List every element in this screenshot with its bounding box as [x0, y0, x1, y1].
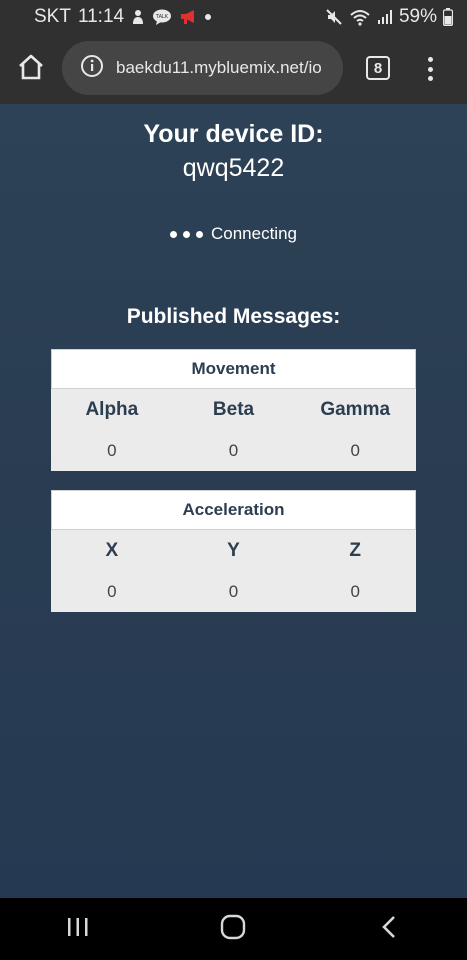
column-header: X	[105, 540, 119, 561]
svg-text:TALK: TALK	[155, 14, 169, 20]
url-text[interactable]: baekdu11.mybluemix.net/io	[116, 58, 322, 78]
device-id-label: Your device ID:	[143, 120, 324, 148]
back-button[interactable]	[369, 909, 409, 949]
table-header-row: Alpha Beta Gamma	[51, 389, 416, 431]
carrier-label: SKT	[34, 6, 71, 27]
column-header: Alpha	[85, 399, 139, 420]
table-row: 0 0 0	[51, 431, 416, 471]
table-cell: 0	[228, 582, 239, 601]
clock: 11:14	[77, 6, 125, 27]
table-cell: 0	[350, 441, 360, 460]
column-header: Gamma	[320, 399, 391, 420]
home-button[interactable]	[14, 52, 48, 86]
tabs-button[interactable]: 8	[366, 56, 390, 80]
battery-icon	[443, 8, 453, 26]
info-icon[interactable]	[80, 54, 104, 83]
signal-icon	[377, 9, 393, 25]
table-cell: 0	[228, 441, 239, 460]
table-cell: 0	[350, 582, 360, 601]
published-messages-title: Published Messages:	[126, 305, 341, 328]
home-nav-icon	[220, 914, 246, 945]
recents-button[interactable]	[58, 909, 98, 949]
movement-table: Movement Alpha Beta Gamma 0 0 0	[51, 349, 416, 471]
back-icon	[381, 915, 397, 944]
tab-count: 8	[373, 59, 383, 77]
recents-icon	[66, 917, 90, 942]
mute-icon	[325, 8, 343, 26]
device-id-value: qwq5422	[182, 154, 285, 182]
column-header: Beta	[212, 399, 255, 420]
table-cell: 0	[107, 582, 117, 601]
connection-status: Connecting	[0, 224, 467, 244]
megaphone-icon	[179, 9, 197, 25]
dot-icon	[204, 13, 212, 21]
column-header: Z	[349, 540, 361, 561]
wifi-icon	[349, 8, 371, 26]
browser-toolbar: baekdu11.mybluemix.net/io 8	[0, 34, 467, 104]
connection-status-text: Connecting	[210, 224, 297, 243]
address-bar[interactable]: baekdu11.mybluemix.net/io	[62, 41, 343, 95]
table-header-row: X Y Z	[51, 530, 416, 572]
acceleration-table: Acceleration X Y Z 0 0 0	[51, 490, 416, 612]
status-bar: SKT 11:14 TALK 59%	[0, 0, 467, 34]
talk-icon: TALK	[152, 9, 172, 25]
loading-dots-icon	[169, 230, 203, 238]
home-nav-button[interactable]	[213, 909, 253, 949]
column-header: Y	[227, 540, 240, 561]
home-icon	[17, 54, 45, 85]
table-cell: 0	[107, 441, 117, 460]
table-row: 0 0 0	[51, 572, 416, 612]
navigation-bar	[0, 898, 467, 960]
menu-icon[interactable]	[420, 54, 440, 84]
person-icon	[131, 9, 145, 25]
battery-level: 59%	[398, 6, 437, 27]
movement-table-title: Movement	[51, 349, 416, 389]
acceleration-table-title: Acceleration	[51, 490, 416, 530]
page-content: Your device ID: qwq5422 Connecting Publi…	[0, 104, 467, 898]
